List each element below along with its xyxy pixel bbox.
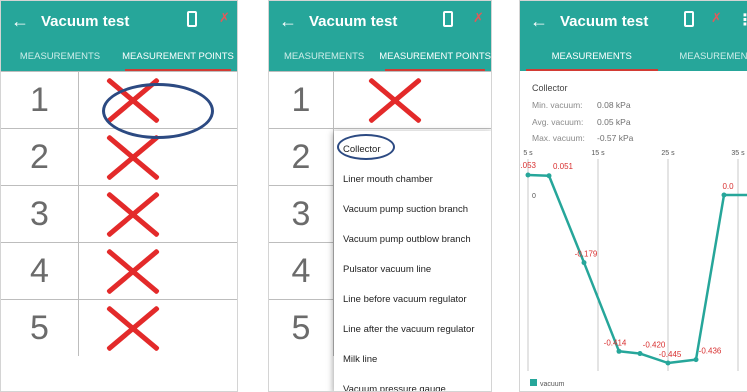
point-number: 4	[1, 243, 79, 299]
menu-item-line-before-vacuum-regulator[interactable]: Line before vacuum regulator	[334, 285, 491, 315]
menu-item-vacuum-pressure-gauge[interactable]: Vacuum pressure gauge	[334, 375, 491, 391]
back-arrow-icon[interactable]: ←	[11, 10, 29, 32]
data-label: -0.445	[659, 350, 682, 359]
point-row[interactable]: 5	[1, 299, 237, 356]
battery-icon	[443, 11, 453, 27]
menu-item-pulsator-vacuum-line[interactable]: Pulsator vacuum line	[334, 255, 491, 285]
data-label: -0.436	[699, 347, 722, 356]
tab-measurement-points[interactable]: MEASUREMENT POINTS	[379, 43, 491, 71]
point-row[interactable]: 1	[269, 71, 491, 128]
tab-measurements[interactable]: MEASUREMENTS	[269, 43, 379, 71]
point-type-dropdown: Collector Liner mouth chamber Vacuum pum…	[334, 131, 491, 391]
screen-title: Vacuum test	[309, 13, 398, 30]
legend-swatch	[530, 379, 537, 386]
point-selection-screen: ← Vacuum test ✗ MEASUREMENTS MEASUREMENT…	[268, 0, 492, 392]
y-tick-label: 0	[532, 193, 536, 200]
x-icon	[102, 190, 162, 240]
point-row[interactable]: 3	[1, 185, 237, 242]
tab-measurements[interactable]: MEASUREMENTS	[1, 43, 119, 71]
data-label: 0.0	[722, 182, 734, 191]
point-number: 5	[1, 300, 79, 356]
series-line	[527, 173, 747, 365]
measurement-points-screen: ← Vacuum test ✗ MEASUREMENTS MEASUREMENT…	[0, 0, 238, 392]
x-tick-label: 35 s	[731, 150, 745, 157]
point-number: 4	[269, 243, 334, 299]
point-row[interactable]: 4	[1, 242, 237, 299]
data-label: -0.414	[604, 338, 627, 347]
back-arrow-icon[interactable]: ←	[279, 10, 297, 32]
legend-label: vacuum	[540, 381, 565, 388]
app-bar: ← Vacuum test ✗	[1, 1, 237, 43]
data-point	[546, 173, 552, 179]
app-bar: ← Vacuum test ✗	[269, 1, 491, 43]
screen-title: Vacuum test	[41, 13, 130, 30]
data-label: 0.051	[553, 162, 574, 171]
data-point	[581, 260, 587, 266]
point-number: 3	[1, 186, 79, 242]
x-icon	[102, 133, 162, 183]
measurements-screen: ← Vacuum test ✗ ⋮ MEASUREMENTS MEASUREME…	[519, 0, 747, 392]
x-tick-label: 25 s	[661, 150, 675, 157]
data-point	[721, 192, 727, 198]
x-tick-label: 15 s	[591, 150, 605, 157]
data-label: 0.053	[520, 161, 537, 170]
highlight-oval	[102, 83, 214, 139]
data-point	[525, 172, 531, 178]
point-row[interactable]: 2	[1, 128, 237, 185]
point-number: 3	[269, 186, 334, 242]
menu-item-vacuum-pump-suction-branch[interactable]: Vacuum pump suction branch	[334, 195, 491, 225]
tab-bar: MEASUREMENTS MEASUREMENT POINTS	[1, 43, 237, 71]
data-label: -0.420	[643, 341, 666, 350]
data-point	[665, 360, 671, 366]
highlight-oval	[337, 134, 395, 160]
x-icon	[364, 76, 424, 126]
point-number: 2	[269, 129, 334, 185]
x-tick-label: 5 s	[523, 150, 533, 157]
menu-item-liner-mouth-chamber[interactable]: Liner mouth chamber	[334, 165, 491, 195]
data-point	[637, 351, 643, 357]
vacuum-chart: 5 s 15 s 25 s 35 s 0 0.053 0.051 -0.179 -0.414 -0…	[520, 150, 747, 388]
data-point	[616, 348, 622, 354]
tab-bar: MEASUREMENTS MEASUREMENT POINTS	[269, 43, 491, 71]
point-number: 2	[1, 129, 79, 185]
data-point	[693, 357, 699, 363]
battery-icon	[187, 11, 197, 27]
point-number: 5	[269, 300, 334, 356]
menu-item-line-after-vacuum-regulator[interactable]: Line after the vacuum regulator	[334, 315, 491, 345]
menu-item-milk-line[interactable]: Milk line	[334, 345, 491, 375]
tab-measurement-points[interactable]: MEASUREMENT POINTS	[119, 43, 237, 71]
data-label: -0.179	[575, 250, 598, 259]
bluetooth-icon[interactable]: ✗	[219, 10, 230, 26]
point-number: 1	[1, 72, 79, 128]
x-icon	[102, 247, 162, 297]
menu-item-vacuum-pump-outblow-branch[interactable]: Vacuum pump outblow branch	[334, 225, 491, 255]
bluetooth-icon[interactable]: ✗	[473, 10, 484, 26]
point-number: 1	[269, 72, 334, 128]
x-icon	[102, 304, 162, 354]
